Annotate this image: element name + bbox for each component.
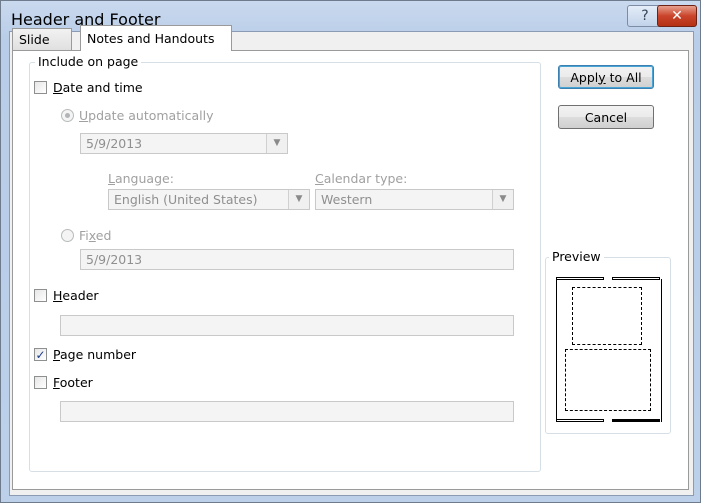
header-checkbox[interactable]	[34, 289, 47, 302]
update-date-select[interactable]: 5/9/2013 ▼	[80, 133, 288, 154]
date-and-time-label[interactable]: Date and time	[53, 80, 143, 95]
tab-slide-label: Slide	[19, 32, 50, 47]
calendar-type-select[interactable]: Western ▼	[315, 189, 514, 210]
checkmark-icon: ✓	[35, 347, 46, 362]
preview-header-bar-left	[556, 277, 604, 280]
date-and-time-checkbox[interactable]	[34, 81, 47, 94]
include-on-page-label: Include on page	[35, 55, 142, 69]
header-input[interactable]	[60, 315, 514, 336]
language-label: Language:	[108, 171, 174, 186]
dialog-client-area: Slide Notes and Handouts Include on page…	[9, 25, 694, 496]
fixed-label[interactable]: Fixed	[79, 228, 111, 243]
cancel-label: Cancel	[584, 109, 628, 125]
preview-label: Preview	[549, 250, 604, 264]
preview-page-number-bar	[612, 419, 660, 422]
chevron-down-icon[interactable]: ▼	[266, 134, 287, 153]
tab-panel: Include on page Date and time Update aut…	[12, 50, 689, 490]
chevron-down-icon[interactable]: ▼	[492, 190, 513, 209]
tab-notes-and-handouts[interactable]: Notes and Handouts	[80, 25, 232, 51]
footer-checkbox[interactable]	[34, 376, 47, 389]
preview-slide-placeholder	[572, 287, 642, 345]
header-label[interactable]: Header	[53, 288, 99, 303]
footer-input[interactable]	[60, 401, 514, 422]
fixed-date-input[interactable]: 5/9/2013	[80, 249, 514, 270]
header-footer-dialog: Header and Footer ? Slide Notes and Hand…	[0, 0, 701, 503]
tab-notes-label: Notes and Handouts	[87, 31, 215, 46]
fixed-date-value: 5/9/2013	[86, 252, 143, 267]
page-number-checkbox[interactable]: ✓	[34, 348, 47, 361]
page-number-label[interactable]: Page number	[53, 347, 136, 362]
fixed-radio[interactable]	[61, 229, 74, 242]
cancel-button[interactable]: Cancel	[558, 105, 654, 129]
update-automatically-label[interactable]: Update automatically	[79, 108, 213, 123]
update-automatically-radio[interactable]	[61, 109, 74, 122]
chevron-down-icon[interactable]: ▼	[288, 190, 309, 209]
preview-thumbnail	[554, 271, 664, 426]
calendar-type-label: Calendar type:	[315, 171, 408, 186]
apply-to-all-label: Apply to All	[570, 69, 642, 85]
footer-label[interactable]: Footer	[53, 375, 93, 390]
close-icon: ✕	[671, 8, 683, 24]
calendar-type-value: Western	[321, 192, 373, 207]
preview-footer-bar-left	[556, 419, 604, 422]
language-select[interactable]: English (United States) ▼	[108, 189, 310, 210]
language-value: English (United States)	[114, 192, 258, 207]
update-date-value: 5/9/2013	[86, 136, 143, 151]
tab-slide[interactable]: Slide	[12, 28, 72, 50]
apply-to-all-button[interactable]: Apply to All	[558, 65, 654, 89]
close-button[interactable]: ✕	[657, 5, 697, 27]
preview-notes-placeholder	[565, 349, 651, 411]
help-icon: ?	[641, 8, 649, 24]
preview-header-bar-right	[612, 277, 660, 280]
